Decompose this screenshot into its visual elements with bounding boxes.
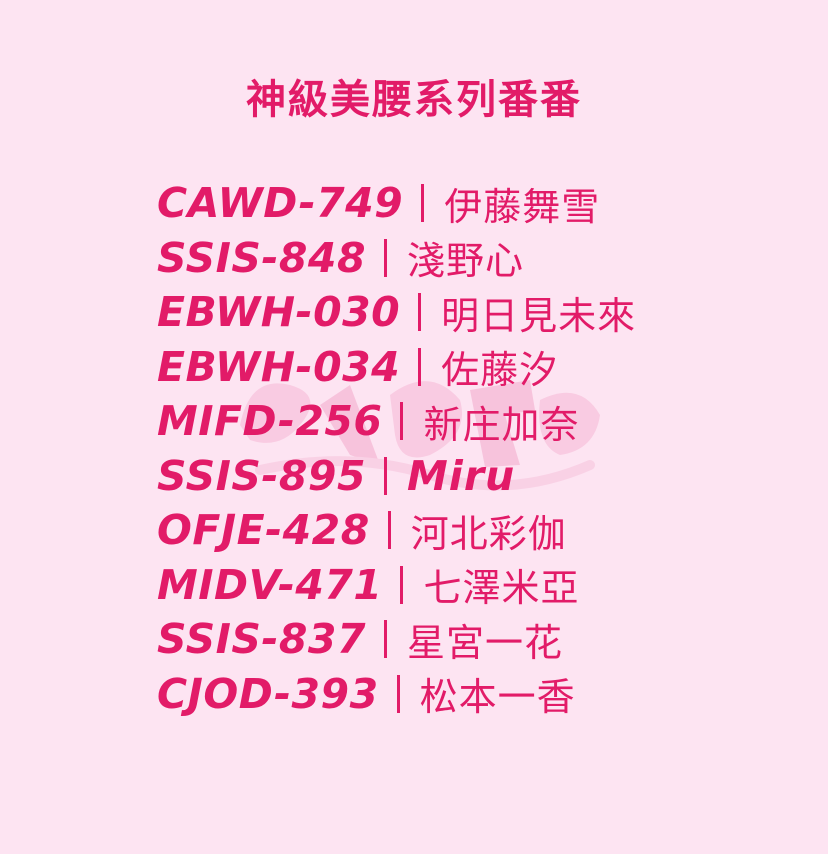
page-title: 神級美腰系列番番: [246, 77, 582, 123]
separator-bar: [400, 402, 404, 441]
separator-bar: [418, 293, 422, 332]
list-item: SSIS-848 淺野心: [157, 231, 817, 286]
item-code: EBWH-030: [157, 288, 401, 337]
list-item: CJOD-393 松本一香: [157, 667, 817, 722]
item-name: Miru: [406, 451, 516, 500]
item-name: 淺野心: [406, 239, 524, 284]
item-name: 新庄加奈: [423, 402, 580, 447]
separator-bar: [383, 238, 387, 277]
item-name: 伊藤舞雪: [444, 184, 601, 229]
item-code: OFJE-428: [157, 506, 370, 555]
item-code: EBWH-034: [157, 342, 401, 391]
separator-bar: [418, 347, 422, 386]
separator-bar: [400, 565, 404, 604]
separator-bar: [383, 620, 387, 659]
list-item: CAWD-749 伊藤舞雪: [157, 176, 817, 231]
item-code: CAWD-749: [157, 179, 404, 228]
list-item: EBWH-030 明日見未來: [157, 285, 817, 340]
list-item: SSIS-837 星宮一花: [157, 612, 817, 667]
list-item: SSIS-895 Miru: [157, 449, 817, 504]
item-name: 星宮一花: [406, 620, 563, 665]
item-name: 明日見未來: [441, 293, 637, 338]
item-code: CJOD-393: [157, 669, 379, 718]
item-name: 松本一香: [419, 675, 576, 720]
list-item: MIDV-471 七澤米亞: [157, 558, 817, 613]
item-code: SSIS-837: [157, 615, 366, 664]
list-item: MIFD-256 新庄加奈: [157, 394, 817, 449]
item-name: 佐藤汐: [441, 348, 559, 393]
list-item: EBWH-034 佐藤汐: [157, 340, 817, 395]
separator-bar: [396, 674, 400, 713]
separator-bar: [421, 184, 425, 223]
separator-bar: [387, 511, 391, 550]
item-code: SSIS-895: [157, 451, 366, 500]
item-name: 七澤米亞: [423, 566, 580, 611]
item-code: MIDV-471: [157, 560, 383, 609]
item-code: MIFD-256: [157, 397, 383, 446]
separator-bar: [383, 456, 387, 495]
code-list: CAWD-749 伊藤舞雪 SSIS-848 淺野心 EBWH-030 明日見未…: [157, 176, 817, 721]
list-item: OFJE-428 河北彩伽: [157, 503, 817, 558]
item-code: SSIS-848: [157, 233, 366, 282]
item-name: 河北彩伽: [410, 511, 567, 556]
